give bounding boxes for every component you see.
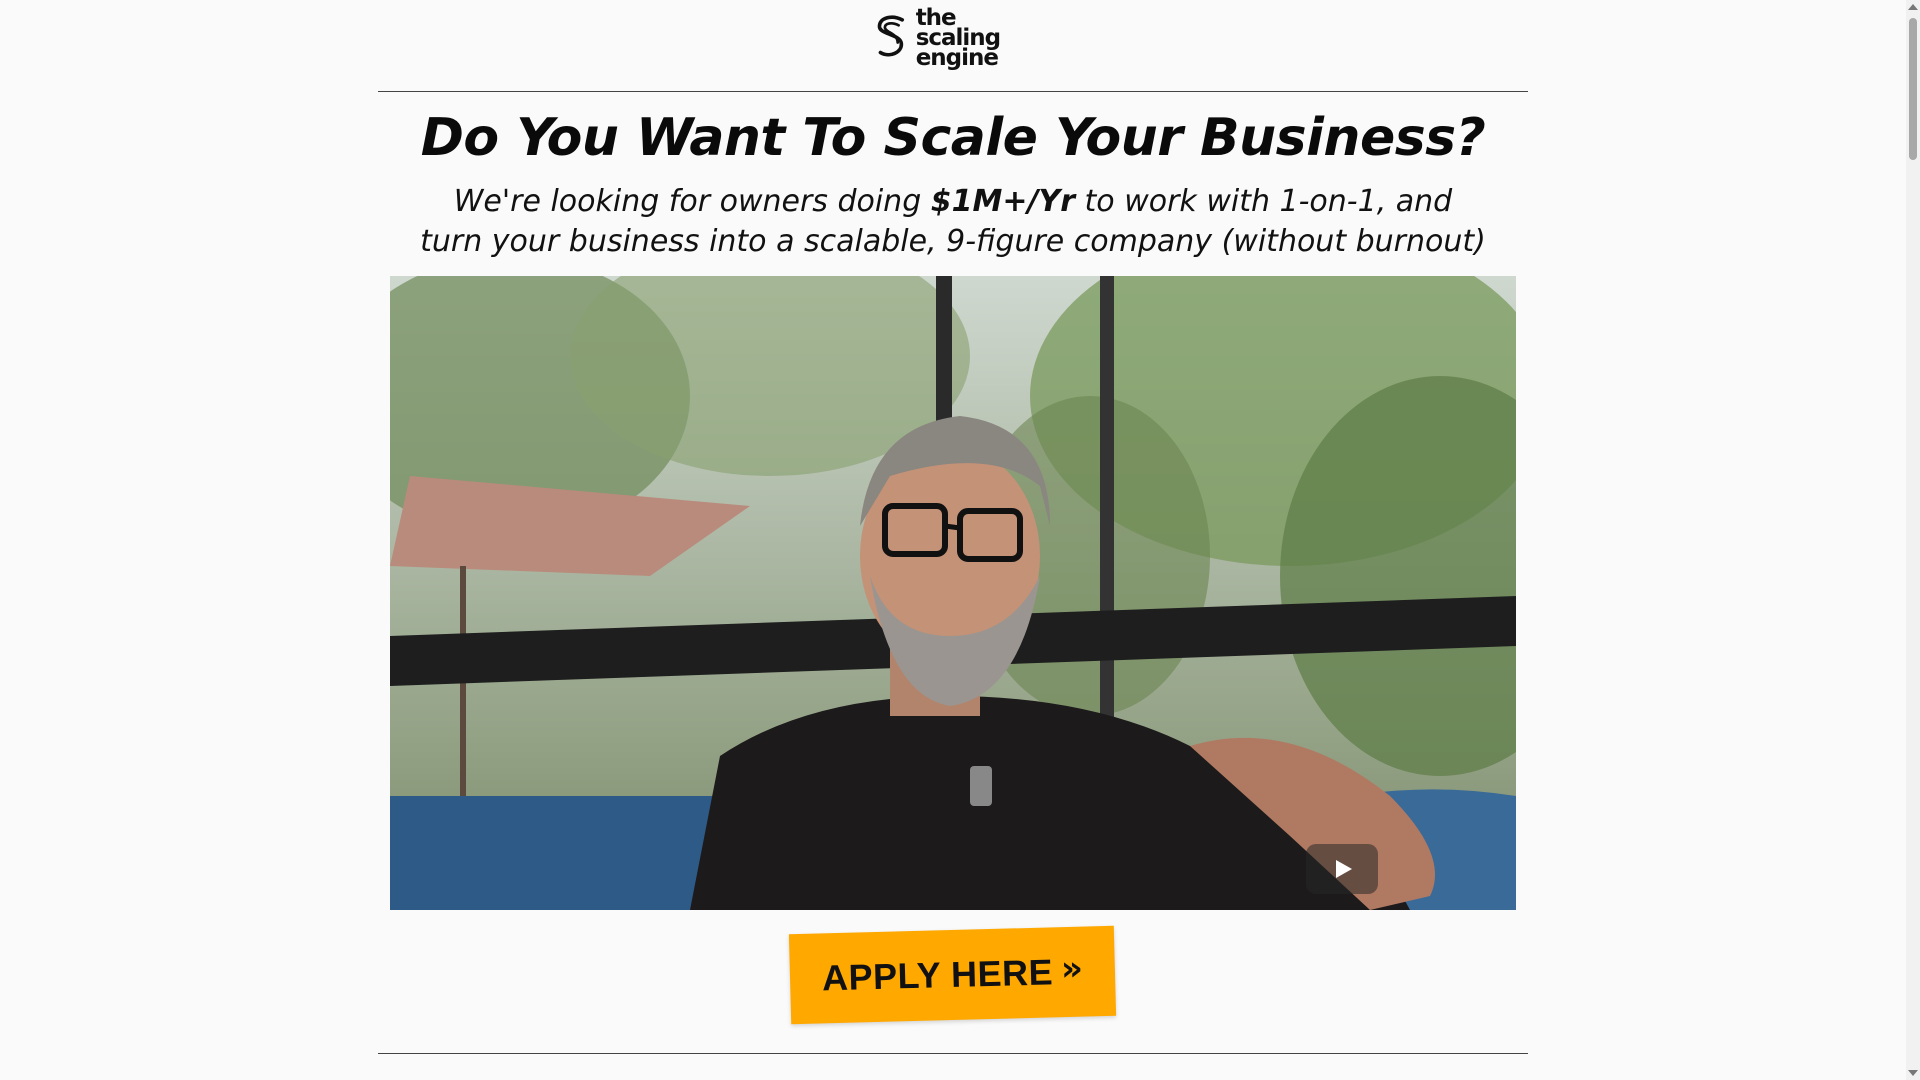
apply-here-button[interactable]: APPLY HERE » <box>788 925 1117 1025</box>
scroll-down-arrow-icon[interactable] <box>1908 1070 1918 1076</box>
logo-s-icon <box>877 15 905 57</box>
logo[interactable]: the scaling engine <box>875 7 1035 70</box>
logo-wordmark: the scaling engine <box>915 5 1035 71</box>
top-divider <box>378 91 1528 92</box>
page-scrollbar[interactable] <box>1906 0 1920 1080</box>
scrollbar-thumb[interactable] <box>1909 18 1917 160</box>
apply-here-label: APPLY HERE <box>821 951 1054 999</box>
video-player[interactable] <box>390 276 1516 910</box>
landing-page: the scaling engine Do You Want To Scale … <box>0 0 1920 1080</box>
logo-line-1: the scaling <box>915 5 1001 51</box>
page-headline: Do You Want To Scale Your Business? <box>420 108 1486 168</box>
subheadline-revenue: $1M+/Yr <box>930 184 1075 219</box>
bottom-divider <box>378 1053 1528 1054</box>
subheadline-line-1: We're looking for owners doing $1M+/Yr t… <box>378 182 1528 222</box>
scroll-up-arrow-icon[interactable] <box>1908 4 1918 10</box>
double-chevron-right-icon: » <box>1060 948 1084 990</box>
play-button[interactable] <box>1306 844 1378 894</box>
play-icon <box>1336 860 1352 878</box>
video-thumbnail <box>390 276 1516 910</box>
subheadline-line-2: turn your business into a scalable, 9-fi… <box>420 224 1486 259</box>
page-subheadline: We're looking for owners doing $1M+/Yr t… <box>378 182 1528 262</box>
subheadline-post: to work with 1-on-1, and <box>1075 184 1453 219</box>
subheadline-pre: We're looking for owners doing <box>453 184 931 219</box>
logo-line-2: engine <box>915 45 999 71</box>
